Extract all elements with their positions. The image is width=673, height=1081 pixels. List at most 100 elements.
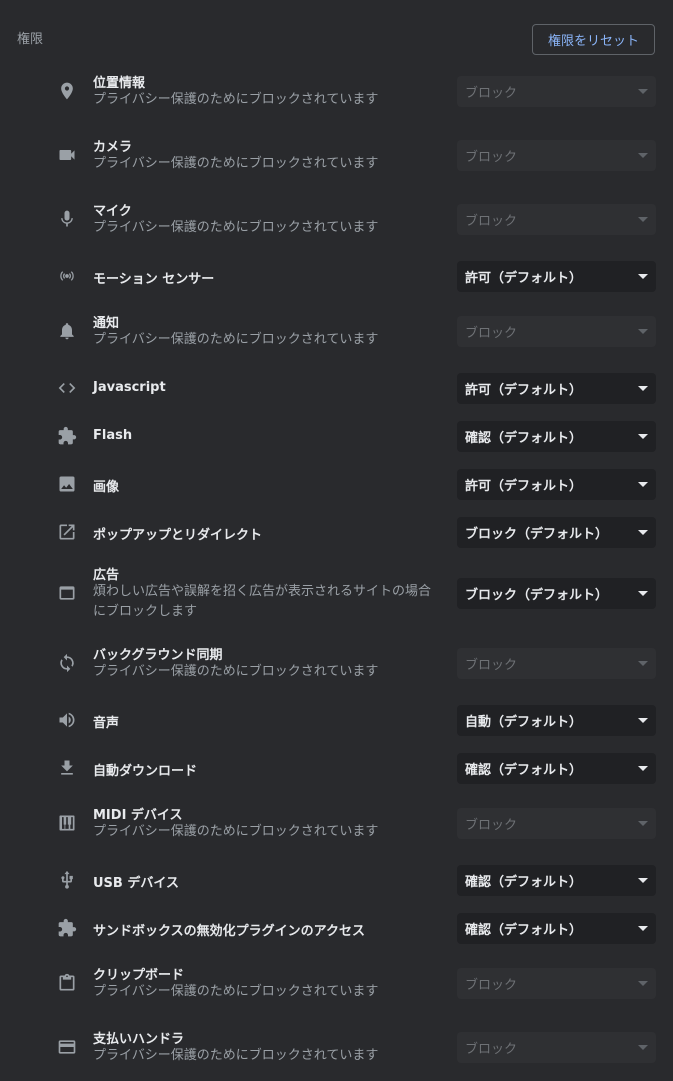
- permission-label: 支払いハンドラ: [93, 1032, 185, 1047]
- dropdown-arrow-icon: [638, 217, 648, 222]
- permission-description: プライバシー保護のためにブロックされています: [93, 92, 379, 107]
- permission-description: プライバシー保護のためにブロックされています: [93, 1048, 379, 1063]
- permission-label: カメラ: [93, 140, 133, 155]
- volume-icon: [56, 709, 78, 731]
- permission-select-value: 許可（デフォルト）: [465, 479, 583, 494]
- dropdown-arrow-icon: [638, 661, 648, 666]
- dropdown-arrow-icon: [638, 434, 648, 439]
- permission-select-value: ブロック: [465, 818, 518, 833]
- permission-select-value: 確認（デフォルト）: [465, 875, 583, 890]
- permission-select-value: ブロック: [465, 214, 518, 229]
- permission-select[interactable]: 確認（デフォルト）: [457, 913, 656, 944]
- permission-label: Flash: [93, 428, 133, 443]
- permission-label: クリップボード: [93, 968, 185, 983]
- permission-description: プライバシー保護のためにブロックされています: [93, 664, 379, 679]
- permission-select[interactable]: ブロック（デフォルト）: [457, 517, 656, 548]
- motion-sensor-icon: [56, 265, 78, 287]
- permission-label: 画像: [93, 480, 120, 495]
- sync-icon: [56, 652, 78, 674]
- permission-label: モーション センサー: [93, 272, 215, 287]
- permission-label: 通知: [93, 316, 120, 331]
- permission-label: 音声: [93, 716, 120, 731]
- dropdown-arrow-icon: [638, 718, 648, 723]
- puzzle-icon: [56, 425, 78, 447]
- permission-select-value: ブロック（デフォルト）: [465, 527, 609, 542]
- permission-label: 自動ダウンロード: [93, 764, 198, 779]
- permission-label: バックグラウンド同期: [93, 648, 223, 663]
- usb-icon: [56, 869, 78, 891]
- permission-select-value: 確認（デフォルト）: [465, 923, 583, 938]
- permission-select-value: 許可（デフォルト）: [465, 383, 583, 398]
- permission-label: MIDI デバイス: [93, 808, 183, 823]
- open-in-new-icon: [56, 521, 78, 543]
- permission-select: ブロック: [457, 968, 656, 999]
- permission-label: サンドボックスの無効化プラグインのアクセス: [93, 924, 365, 939]
- permission-select: ブロック: [457, 1032, 656, 1063]
- download-icon: [56, 757, 78, 779]
- permission-select: ブロック: [457, 204, 656, 235]
- permission-select[interactable]: ブロック（デフォルト）: [457, 578, 656, 609]
- permission-label: ポップアップとリダイレクト: [93, 528, 263, 543]
- permission-description: プライバシー保護のためにブロックされています: [93, 156, 379, 171]
- permission-select: ブロック: [457, 76, 656, 107]
- permission-label: 位置情報: [93, 76, 146, 91]
- dropdown-arrow-icon: [638, 981, 648, 986]
- permission-select-value: ブロック: [465, 1042, 518, 1057]
- camera-icon: [56, 144, 78, 166]
- permission-select: ブロック: [457, 140, 656, 171]
- dropdown-arrow-icon: [638, 530, 648, 535]
- permission-select[interactable]: 許可（デフォルト）: [457, 469, 656, 500]
- permission-description: プライバシー保護のためにブロックされています: [93, 332, 379, 347]
- permission-select-value: 許可（デフォルト）: [465, 271, 583, 286]
- clipboard-icon: [56, 972, 78, 994]
- image-icon: [56, 473, 78, 495]
- dropdown-arrow-icon: [638, 89, 648, 94]
- permission-description: 煩わしい広告や誤解を招く広告が表示されるサイトの場合にブロックします: [93, 584, 432, 619]
- dropdown-arrow-icon: [638, 766, 648, 771]
- ad-window-icon: [56, 582, 78, 604]
- bell-icon: [56, 320, 78, 342]
- location-icon: [56, 80, 78, 102]
- dropdown-arrow-icon: [638, 926, 648, 931]
- dropdown-arrow-icon: [638, 591, 648, 596]
- permission-select[interactable]: 自動（デフォルト）: [457, 705, 656, 736]
- dropdown-arrow-icon: [638, 1045, 648, 1050]
- dropdown-arrow-icon: [638, 153, 648, 158]
- microphone-icon: [56, 208, 78, 230]
- permission-select-value: ブロック（デフォルト）: [465, 588, 609, 603]
- permission-select-value: 自動（デフォルト）: [465, 715, 583, 730]
- permission-select[interactable]: 許可（デフォルト）: [457, 373, 656, 404]
- permission-select-value: ブロック: [465, 326, 518, 341]
- permission-select-value: 確認（デフォルト）: [465, 763, 583, 778]
- code-icon: [56, 377, 78, 399]
- permission-select[interactable]: 確認（デフォルト）: [457, 421, 656, 452]
- permission-label: 広告: [93, 568, 120, 583]
- dropdown-arrow-icon: [638, 274, 648, 279]
- permission-select-value: ブロック: [465, 86, 518, 101]
- puzzle-icon: [56, 917, 78, 939]
- permission-select: ブロック: [457, 316, 656, 347]
- permission-select-value: ブロック: [465, 978, 518, 993]
- permission-description: プライバシー保護のためにブロックされています: [93, 220, 379, 235]
- permission-select-value: 確認（デフォルト）: [465, 431, 583, 446]
- dropdown-arrow-icon: [638, 821, 648, 826]
- permission-select: ブロック: [457, 808, 656, 839]
- piano-icon: [56, 812, 78, 834]
- permission-select[interactable]: 許可（デフォルト）: [457, 261, 656, 292]
- permission-select: ブロック: [457, 648, 656, 679]
- permission-label: USB デバイス: [93, 876, 179, 891]
- dropdown-arrow-icon: [638, 482, 648, 487]
- credit-card-icon: [56, 1036, 78, 1058]
- permission-select-value: ブロック: [465, 150, 518, 165]
- dropdown-arrow-icon: [638, 329, 648, 334]
- permission-description: プライバシー保護のためにブロックされています: [93, 824, 379, 839]
- permission-label: マイク: [93, 204, 132, 219]
- dropdown-arrow-icon: [638, 878, 648, 883]
- reset-permissions-button[interactable]: 権限をリセット: [532, 24, 655, 55]
- permission-description: プライバシー保護のためにブロックされています: [93, 984, 379, 999]
- permissions-section-title: 権限: [17, 32, 44, 47]
- permission-select[interactable]: 確認（デフォルト）: [457, 865, 656, 896]
- permission-select-value: ブロック: [465, 658, 518, 673]
- permission-label: Javascript: [93, 380, 166, 395]
- permission-select[interactable]: 確認（デフォルト）: [457, 753, 656, 784]
